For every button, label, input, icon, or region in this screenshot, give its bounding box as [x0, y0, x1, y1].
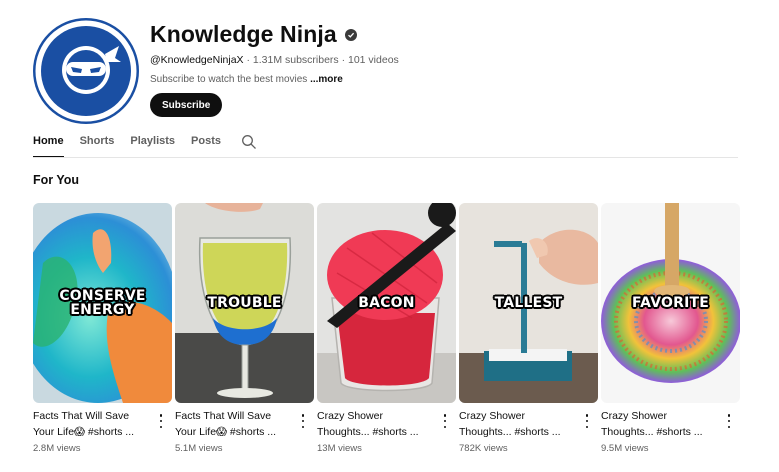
caption-line: BACON	[358, 295, 415, 311]
short-views: 2.8M views	[33, 443, 81, 454]
thumbnail-caption: FAVORITE	[601, 296, 740, 310]
more-vertical-icon[interactable]	[298, 414, 308, 428]
more-vertical-icon[interactable]	[156, 414, 166, 428]
short-thumbnail[interactable]: BACON	[317, 203, 456, 403]
short-title[interactable]: Crazy Shower Thoughts... #shorts ...	[601, 409, 719, 441]
thumbnail-caption: TROUBLE	[175, 296, 314, 310]
short-title[interactable]: Facts That Will Save Your Life😱 #shorts …	[175, 409, 293, 441]
caption-line: CONSERVE	[59, 288, 146, 304]
caption-line: TROUBLE	[207, 295, 282, 311]
thumbnail-caption: BACON	[317, 296, 456, 310]
verified-check-icon	[344, 28, 357, 41]
channel-handle: @KnowledgeNinjaX	[150, 54, 244, 66]
more-link[interactable]: ...more	[310, 74, 343, 85]
title-line: Crazy Shower	[459, 410, 525, 422]
search-icon[interactable]	[241, 134, 257, 150]
short-views: 782K views	[459, 443, 508, 454]
tabs-divider	[33, 157, 738, 158]
title-line: Facts That Will Save	[33, 410, 130, 422]
caption-line: TALLEST	[494, 295, 563, 311]
short-card[interactable]: FAVORITE Crazy Shower Thoughts... #short…	[601, 203, 740, 454]
section-title: For You	[33, 173, 80, 187]
channel-meta: @KnowledgeNinjaX · 1.31M subscribers · 1…	[150, 54, 399, 66]
more-vertical-icon[interactable]	[582, 414, 592, 428]
short-title[interactable]: Crazy Shower Thoughts... #shorts ...	[317, 409, 435, 441]
channel-description[interactable]: Subscribe to watch the best movies ...mo…	[150, 74, 343, 85]
title-line: Thoughts... #shorts ...	[317, 425, 419, 438]
channel-avatar[interactable]	[33, 18, 139, 124]
more-vertical-icon[interactable]	[440, 414, 450, 428]
title-line: Thoughts... #shorts ...	[601, 425, 703, 438]
thumbnail-caption: TALLEST	[459, 296, 598, 310]
short-thumbnail[interactable]: FAVORITE	[601, 203, 740, 403]
tab-home[interactable]: Home	[33, 132, 64, 158]
title-line: Crazy Shower	[317, 410, 383, 422]
title-line: Your Life😱 #shorts ...	[33, 425, 135, 438]
title-line: Crazy Shower	[601, 410, 667, 422]
short-thumbnail[interactable]: TALLEST	[459, 203, 598, 403]
more-vertical-icon[interactable]	[724, 414, 734, 428]
short-card[interactable]: TALLEST Crazy Shower Thoughts... #shorts…	[459, 203, 598, 454]
short-thumbnail[interactable]: CONSERVE ENERGY	[33, 203, 172, 403]
short-card[interactable]: CONSERVE ENERGY Facts That Will Save You…	[33, 203, 172, 454]
short-title[interactable]: Crazy Shower Thoughts... #shorts ...	[459, 409, 577, 441]
thumbnail-caption: CONSERVE ENERGY	[33, 289, 172, 317]
channel-title: Knowledge Ninja	[150, 21, 357, 48]
short-views: 13M views	[317, 443, 362, 454]
short-card[interactable]: BACON Crazy Shower Thoughts... #shorts .…	[317, 203, 456, 454]
short-title[interactable]: Facts That Will Save Your Life😱 #shorts …	[33, 409, 151, 441]
title-line: Thoughts... #shorts ...	[459, 425, 561, 438]
tab-posts[interactable]: Posts	[191, 132, 221, 158]
caption-line: FAVORITE	[631, 295, 710, 311]
tab-playlists[interactable]: Playlists	[130, 132, 175, 158]
title-line: Your Life😱 #shorts ...	[175, 425, 277, 438]
short-views: 9.5M views	[601, 443, 649, 454]
channel-description-text: Subscribe to watch the best movies	[150, 74, 311, 85]
short-views: 5.1M views	[175, 443, 223, 454]
short-card[interactable]: TROUBLE Facts That Will Save Your Life😱 …	[175, 203, 314, 454]
channel-stats: · 1.31M subscribers · 101 videos	[243, 54, 399, 66]
channel-name-text: Knowledge Ninja	[150, 21, 337, 47]
subscribe-button[interactable]: Subscribe	[150, 93, 223, 117]
short-thumbnail[interactable]: TROUBLE	[175, 203, 314, 403]
caption-line: ENERGY	[70, 302, 135, 318]
title-line: Facts That Will Save	[175, 410, 272, 422]
channel-tabs: Home Shorts Playlists Posts	[33, 132, 257, 158]
channel-header: Knowledge Ninja @KnowledgeNinjaX · 1.31M…	[0, 0, 779, 160]
tab-shorts[interactable]: Shorts	[80, 132, 115, 158]
